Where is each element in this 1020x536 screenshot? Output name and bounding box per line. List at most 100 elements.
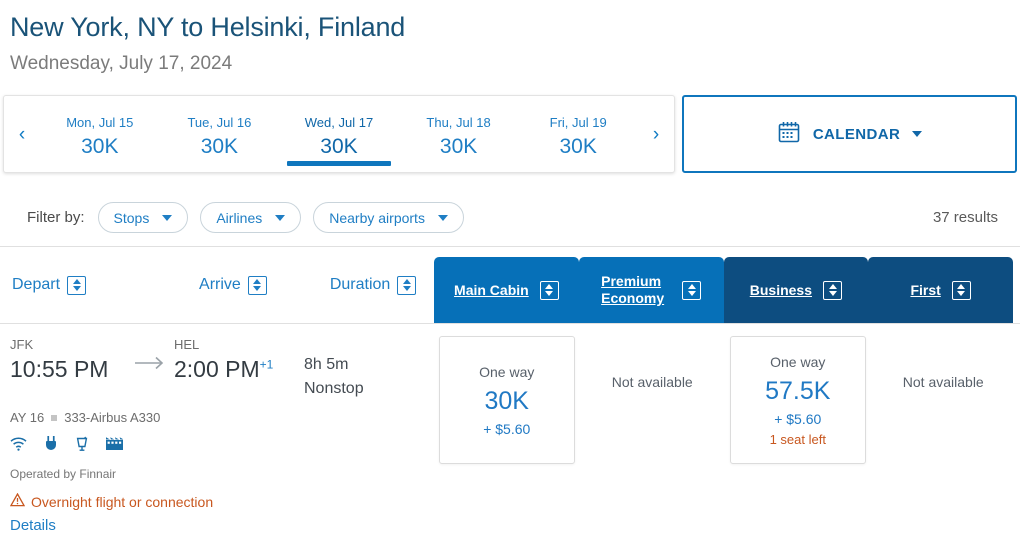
prev-dates-arrow[interactable]: ‹ [4,125,40,144]
arrive-time: 2:00 PM+1 [174,354,292,384]
details-link[interactable]: Details [10,517,56,534]
sort-duration-label: Duration [329,276,391,293]
operated-by-text: Operated by Finnair [10,467,117,481]
date-tab-price: 30K [559,135,597,158]
wifi-icon [10,437,27,451]
date-tab-thu-jul-18[interactable]: Thu, Jul 18 30K [399,96,519,172]
date-tab-price: 30K [439,135,478,158]
fare-col-business: One way 57.5K + $5.60 1 seat left [725,332,871,536]
filter-bar: Filter by: Stops Airlines Nearby airport… [0,189,1020,247]
filter-airlines-label: Airlines [216,209,263,226]
fare-card-main-cabin[interactable]: One way 30K + $5.60 [438,336,575,464]
filter-stops-label: Stops [113,209,150,226]
page-header: New York, NY to Helsinki, Finland Wednes… [0,0,1020,76]
fare-col-first: Not available [871,332,1017,536]
arrive-time-value: 2:00 PM [174,356,260,382]
fare-type-label: One way [479,363,535,380]
date-tab-label: Wed, Jul 17 [304,115,374,130]
date-tab-fri-jul-19[interactable]: Fri, Jul 19 30K [518,96,638,172]
date-strip-row: ‹ Mon, Jul 15 30K Tue, Jul 16 30K Wed, J… [0,95,1020,173]
page-subtitle-date: Wednesday, July 17, 2024 [10,53,233,74]
calendar-icon [777,120,801,149]
depart-airport-code: JFK [10,337,34,352]
chevron-down-icon [162,214,173,221]
date-tab-label: Mon, Jul 15 [66,115,134,130]
sort-arrive-label: Arrive [199,276,241,293]
sort-depart-label: Depart [12,276,61,293]
fare-cells: One way 30K + $5.60 Not available One wa… [430,324,1020,536]
sort-headers: Depart Arrive Duration [0,247,430,323]
fare-miles: 30K [484,386,529,415]
flight-columns-header: Depart Arrive Duration [0,247,430,323]
flight-details-cell: JFK 10:55 PM HEL 2:00 PM+1 8h 5m Nonstop… [0,324,430,536]
flight-aircraft-info: AY 16 333-Airbus A330 [10,410,430,425]
chevron-down-icon [275,214,286,221]
date-tab-price: 30K [200,135,239,158]
filter-nearby-airports[interactable]: Nearby airports [313,202,464,233]
fare-not-available: Not available [611,374,693,390]
arrive-day-offset: +1 [259,357,274,372]
date-tab-wed-jul-17[interactable]: Wed, Jul 17 30K [279,96,399,172]
warning-triangle-icon [9,492,26,510]
table-row: JFK 10:55 PM HEL 2:00 PM+1 8h 5m Nonstop… [0,323,1020,536]
cabin-tab-label: Business [749,281,812,298]
cabin-tab-first[interactable]: First [868,257,1013,323]
cabin-tab-label: First [910,281,941,298]
date-tab-price: 30K [81,135,119,158]
cabin-tabs: Main Cabin Premium Economy Business Firs… [430,247,1017,323]
cabin-columns-header: Main Cabin Premium Economy Business Firs… [430,247,1017,323]
sort-depart-button[interactable]: Depart [12,275,87,295]
date-strip: ‹ Mon, Jul 15 30K Tue, Jul 16 30K Wed, J… [3,95,675,173]
overnight-warning: Overnight flight or connection [9,492,430,510]
results-header-grid: Depart Arrive Duration Main Cabin Premiu… [0,247,1020,323]
chevron-down-icon [437,214,448,221]
filter-airlines[interactable]: Airlines [200,202,302,233]
fare-col-premium-economy: Not available [580,332,726,536]
flight-number: AY 16 [10,410,45,425]
sort-toggle-icon [67,275,87,295]
fare-card-business[interactable]: One way 57.5K + $5.60 1 seat left [729,336,866,464]
date-tab-label: Thu, Jul 18 [426,115,491,130]
flight-direction-arrow-icon [128,336,174,370]
date-tab-tue-jul-16[interactable]: Tue, Jul 16 30K [160,96,280,172]
cabin-tab-business[interactable]: Business [723,257,869,323]
fare-not-available: Not available [902,374,984,390]
fare-tax: + $5.60 [483,420,531,437]
beverage-icon [75,436,89,452]
sort-toggle-icon [823,280,842,300]
filter-nearby-airports-label: Nearby airports [329,209,425,226]
overnight-warning-text: Overnight flight or connection [31,493,214,510]
cabin-tab-main-cabin[interactable]: Main Cabin [434,257,579,323]
flight-stops: Nonstop [304,380,364,397]
duration-cell: 8h 5m Nonstop [292,336,364,401]
date-strip-days: Mon, Jul 15 30K Tue, Jul 16 30K Wed, Jul… [40,96,638,172]
cabin-tab-label: Premium Economy [601,273,665,306]
page-title: New York, NY to Helsinki, Finland [10,12,406,42]
filter-stops[interactable]: Stops [97,202,189,233]
fare-col-main-cabin: One way 30K + $5.60 [434,332,580,536]
calendar-button[interactable]: CALENDAR [682,95,1017,173]
depart-time: 10:55 PM [10,356,109,382]
arrive-airport-code: HEL [174,337,200,352]
filter-by-label: Filter by: [27,209,85,226]
fare-miles: 57.5K [765,376,831,405]
date-tab-mon-jul-15[interactable]: Mon, Jul 15 30K [40,96,160,172]
next-dates-arrow[interactable]: › [638,125,674,144]
date-tab-label: Tue, Jul 16 [187,115,252,130]
sort-duration-button[interactable]: Duration [329,275,417,295]
sort-toggle-icon [951,280,971,300]
depart-segment: JFK 10:55 PM [10,336,128,384]
fare-type-label: One way [770,353,826,370]
sort-arrive-button[interactable]: Arrive [199,275,267,295]
amenities-list [10,436,430,452]
chevron-down-icon [912,131,923,137]
entertainment-icon [106,437,123,451]
cabin-tab-label: Main Cabin [454,281,529,298]
sort-toggle-icon [539,280,559,300]
sort-toggle-icon [682,280,702,300]
power-outlet-icon [44,436,58,452]
separator-square [51,414,58,421]
results-count: 37 results [932,209,998,226]
date-tab-price: 30K [320,135,358,158]
cabin-tab-premium-economy[interactable]: Premium Economy [578,257,724,323]
